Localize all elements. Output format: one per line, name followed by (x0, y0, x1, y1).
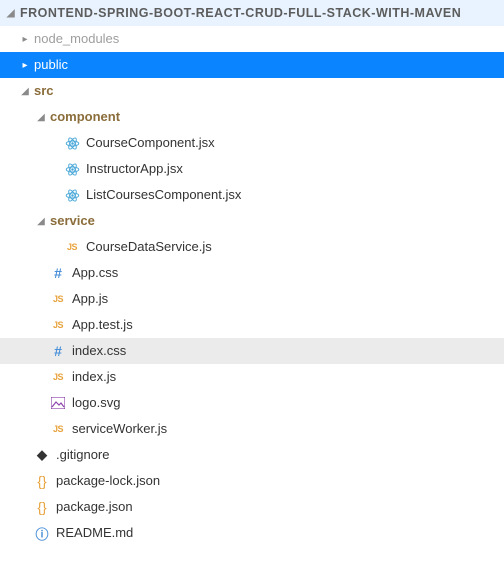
js-icon: JS (50, 421, 66, 437)
tree-item-component[interactable]: ◢ component (0, 104, 504, 130)
info-icon: ⓘ (34, 525, 50, 541)
chevron-right-icon: ▸ (20, 60, 30, 71)
image-icon (50, 395, 66, 411)
file-label: logo.svg (72, 390, 120, 416)
tree-item-index-js[interactable]: ▸ JS index.js (0, 364, 504, 390)
tree-item-readme[interactable]: ▸ ⓘ README.md (0, 520, 504, 546)
file-label: InstructorApp.jsx (86, 156, 183, 182)
file-label: package.json (56, 494, 133, 520)
tree-item-package-json[interactable]: ▸ {} package.json (0, 494, 504, 520)
tree-item-index-css[interactable]: ▸ # index.css (0, 338, 504, 364)
js-icon: JS (50, 317, 66, 333)
tree-item-src[interactable]: ◢ src (0, 78, 504, 104)
chevron-down-icon: ◢ (20, 86, 30, 97)
tree-item-instructor-app[interactable]: ▸ InstructorApp.jsx (0, 156, 504, 182)
tree-item-course-component[interactable]: ▸ CourseComponent.jsx (0, 130, 504, 156)
file-label: package-lock.json (56, 468, 160, 494)
file-label: README.md (56, 520, 133, 546)
file-label: App.js (72, 286, 108, 312)
folder-label: public (34, 52, 68, 78)
tree-item-gitignore[interactable]: ▸ ◆ .gitignore (0, 442, 504, 468)
chevron-right-icon: ▸ (20, 34, 30, 45)
tree-item-app-test[interactable]: ▸ JS App.test.js (0, 312, 504, 338)
chevron-down-icon: ◢ (36, 216, 46, 227)
file-label: ListCoursesComponent.jsx (86, 182, 241, 208)
folder-label: node_modules (34, 26, 119, 52)
react-icon (64, 161, 80, 177)
tree-item-node-modules[interactable]: ▸ node_modules (0, 26, 504, 52)
tree-item-service[interactable]: ◢ service (0, 208, 504, 234)
folder-label: service (50, 208, 95, 234)
file-label: CourseDataService.js (86, 234, 212, 260)
js-icon: JS (50, 291, 66, 307)
tree-item-package-lock[interactable]: ▸ {} package-lock.json (0, 468, 504, 494)
react-icon (64, 187, 80, 203)
js-icon: JS (50, 369, 66, 385)
tree-item-course-data-service[interactable]: ▸ JS CourseDataService.js (0, 234, 504, 260)
tree-item-app-js[interactable]: ▸ JS App.js (0, 286, 504, 312)
file-tree: ◢ FRONTEND-SPRING-BOOT-REACT-CRUD-FULL-S… (0, 0, 504, 546)
folder-label: src (34, 78, 54, 104)
react-icon (64, 135, 80, 151)
root-label: FRONTEND-SPRING-BOOT-REACT-CRUD-FULL-STA… (20, 0, 461, 26)
file-label: index.js (72, 364, 116, 390)
tree-item-service-worker[interactable]: ▸ JS serviceWorker.js (0, 416, 504, 442)
tree-root[interactable]: ◢ FRONTEND-SPRING-BOOT-REACT-CRUD-FULL-S… (0, 0, 504, 26)
js-icon: JS (64, 239, 80, 255)
json-icon: {} (34, 499, 50, 515)
tree-item-list-courses[interactable]: ▸ ListCoursesComponent.jsx (0, 182, 504, 208)
json-icon: {} (34, 473, 50, 489)
git-icon: ◆ (34, 447, 50, 463)
tree-item-logo-svg[interactable]: ▸ logo.svg (0, 390, 504, 416)
chevron-down-icon: ◢ (36, 112, 46, 123)
file-label: App.test.js (72, 312, 133, 338)
file-label: CourseComponent.jsx (86, 130, 215, 156)
tree-item-app-css[interactable]: ▸ # App.css (0, 260, 504, 286)
folder-label: component (50, 104, 120, 130)
file-label: serviceWorker.js (72, 416, 167, 442)
css-icon: # (50, 343, 66, 359)
tree-item-public[interactable]: ▸ public (0, 52, 504, 78)
file-label: .gitignore (56, 442, 109, 468)
file-label: App.css (72, 260, 118, 286)
css-icon: # (50, 265, 66, 281)
chevron-down-icon: ◢ (6, 8, 16, 19)
file-label: index.css (72, 338, 126, 364)
